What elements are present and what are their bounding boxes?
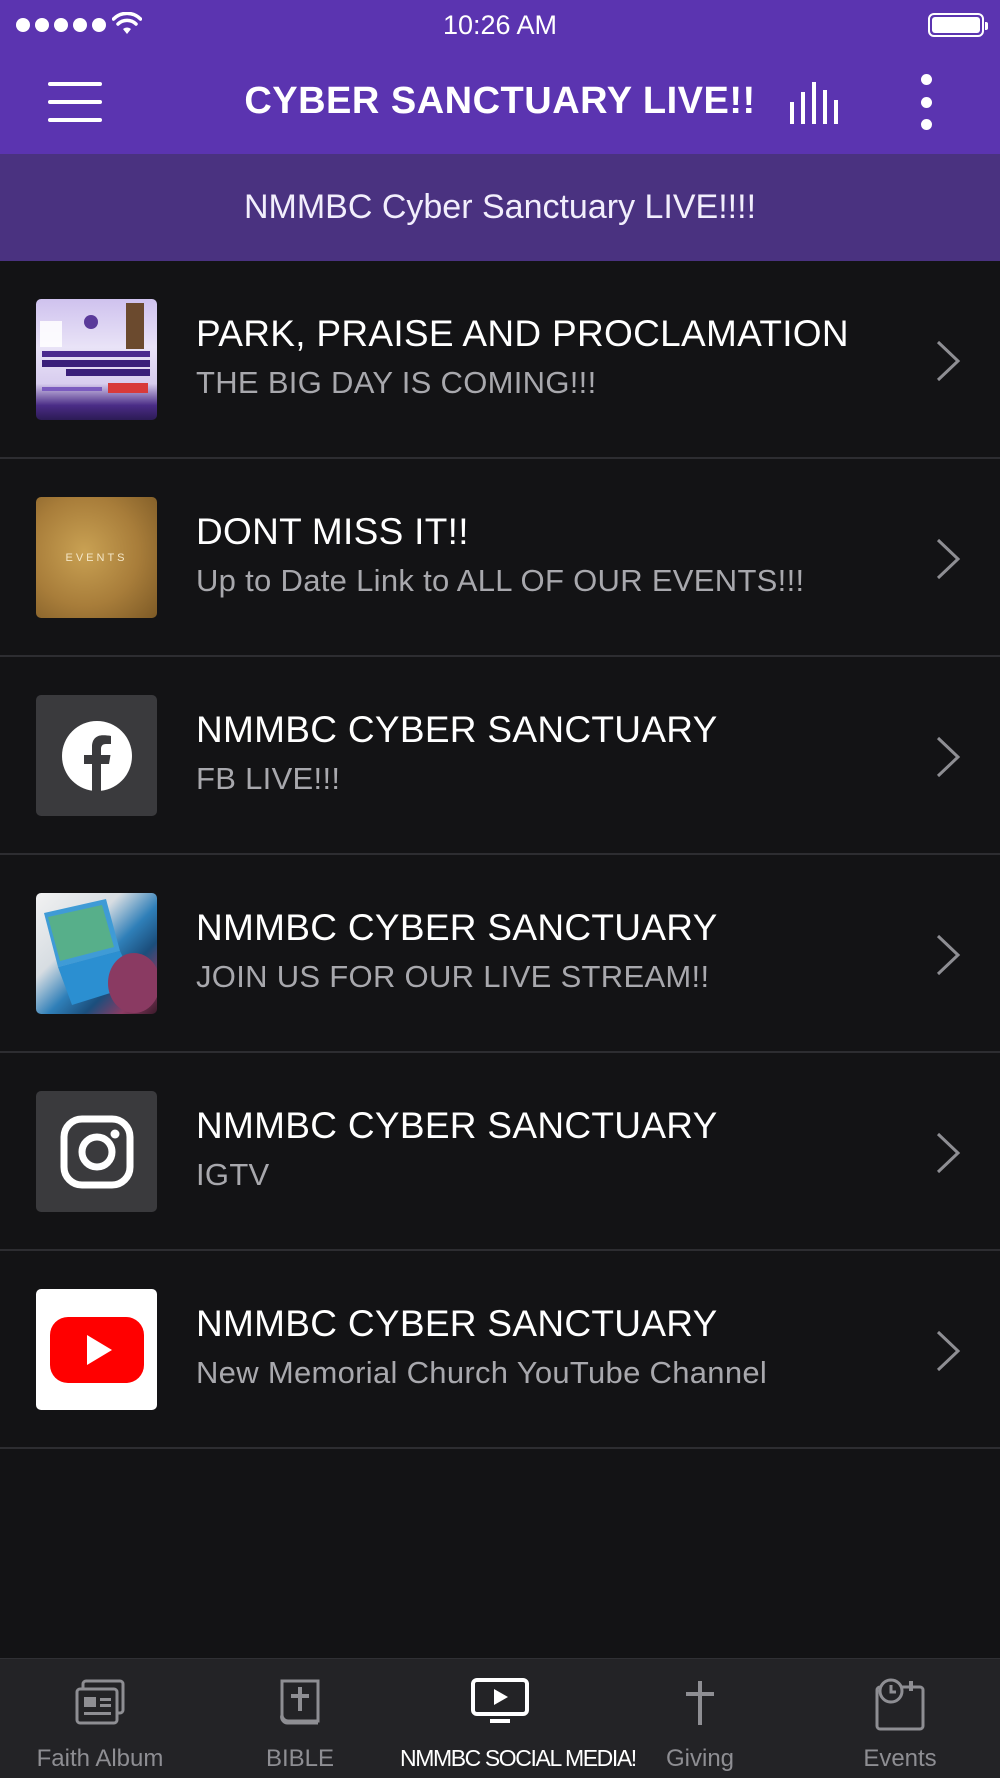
chevron-right-icon: [936, 736, 961, 778]
list-item-subtitle: FB LIVE!!!: [196, 761, 341, 796]
events-thumbnail: EVENTS: [36, 497, 157, 618]
chevron-right-icon: [936, 1330, 961, 1372]
app-header: CYBER SANCTUARY LIVE!!: [0, 50, 1000, 154]
top-bar: 10:26 AM CYBER SANCTUARY LIVE!!: [0, 0, 1000, 154]
list-item-text: DONT MISS IT!! Up to Date Link to ALL OF…: [196, 511, 916, 599]
event-poster-thumbnail: [36, 299, 157, 420]
list-item-subtitle: IGTV: [196, 1157, 270, 1192]
list-item[interactable]: EVENTS DONT MISS IT!! Up to Date Link to…: [0, 459, 1000, 657]
list-item[interactable]: NMMBC CYBER SANCTUARY IGTV: [0, 1053, 1000, 1251]
list-item[interactable]: NMMBC CYBER SANCTUARY New Memorial Churc…: [0, 1251, 1000, 1449]
list-item[interactable]: PARK, PRAISE AND PROCLAMATION THE BIG DA…: [0, 261, 1000, 459]
tab-label: Events: [863, 1745, 937, 1772]
list-item-subtitle: THE BIG DAY IS COMING!!!: [196, 365, 597, 400]
cross-icon: [686, 1681, 714, 1725]
list-item-title: NMMBC CYBER SANCTUARY: [196, 907, 718, 948]
tab-label: BIBLE: [265, 1745, 335, 1772]
list-item-text: NMMBC CYBER SANCTUARY FB LIVE!!!: [196, 709, 916, 797]
list-item-subtitle: Up to Date Link to ALL OF OUR EVENTS!!!: [196, 563, 805, 598]
list-item-subtitle: New Memorial Church YouTube Channel: [196, 1355, 768, 1390]
tab-label: NMMBC SOCIAL MEDIA!: [400, 1745, 637, 1771]
youtube-icon: [36, 1289, 157, 1410]
more-options-icon[interactable]: [918, 74, 934, 130]
chevron-right-icon: [936, 538, 961, 580]
tab-label: Faith Album: [36, 1745, 164, 1772]
tab-bar: Faith Album BIBLE NMMBC SOCIAL MEDIA! Gi…: [0, 1658, 1000, 1778]
list-item-text: NMMBC CYBER SANCTUARY New Memorial Churc…: [196, 1303, 916, 1391]
list-item-title: PARK, PRAISE AND PROCLAMATION: [196, 313, 849, 354]
tab-label: Giving: [665, 1745, 735, 1772]
list-item-text: PARK, PRAISE AND PROCLAMATION THE BIG DA…: [196, 313, 916, 401]
tab-events[interactable]: Events: [800, 1659, 1000, 1778]
bible-icon: [280, 1679, 320, 1725]
page-title: CYBER SANCTUARY LIVE!!: [244, 80, 756, 122]
events-thumbnail-label: EVENTS: [65, 551, 128, 564]
calendar-icon: [875, 1678, 925, 1731]
status-bar: 10:26 AM: [0, 0, 1000, 50]
facebook-icon: [36, 695, 157, 816]
instagram-icon: [36, 1091, 157, 1212]
list-item-title: NMMBC CYBER SANCTUARY: [196, 1303, 718, 1344]
album-icon: [75, 1679, 125, 1725]
link-list: PARK, PRAISE AND PROCLAMATION THE BIG DA…: [0, 261, 1000, 1449]
tv-play-icon: [471, 1678, 529, 1723]
tab-giving[interactable]: Giving: [600, 1659, 800, 1778]
list-item-title: NMMBC CYBER SANCTUARY: [196, 709, 718, 750]
tab-bible[interactable]: BIBLE: [200, 1659, 400, 1778]
battery-icon: [928, 13, 988, 37]
list-item[interactable]: NMMBC CYBER SANCTUARY JOIN US FOR OUR LI…: [0, 855, 1000, 1053]
status-time: 10:26 AM: [442, 10, 558, 40]
list-item-title: NMMBC CYBER SANCTUARY: [196, 1105, 718, 1146]
laptop-photo-thumbnail: [36, 893, 157, 1014]
chevron-right-icon: [936, 934, 961, 976]
tab-nmmbc-social-media[interactable]: NMMBC SOCIAL MEDIA!: [400, 1659, 637, 1778]
list-item-text: NMMBC CYBER SANCTUARY JOIN US FOR OUR LI…: [196, 907, 916, 995]
chevron-right-icon: [936, 340, 961, 382]
hamburger-menu-icon[interactable]: [48, 82, 102, 122]
list-item-title: DONT MISS IT!!: [196, 511, 469, 552]
list-item-text: NMMBC CYBER SANCTUARY IGTV: [196, 1105, 916, 1193]
list-item-subtitle: JOIN US FOR OUR LIVE STREAM!!: [196, 959, 710, 994]
chevron-right-icon: [936, 1132, 961, 1174]
tab-faith-album[interactable]: Faith Album: [0, 1659, 200, 1778]
audio-bars-icon[interactable]: [788, 80, 846, 124]
subheader-banner: NMMBC Cyber Sanctuary LIVE!!!!: [0, 154, 1000, 261]
list-item[interactable]: NMMBC CYBER SANCTUARY FB LIVE!!!: [0, 657, 1000, 855]
